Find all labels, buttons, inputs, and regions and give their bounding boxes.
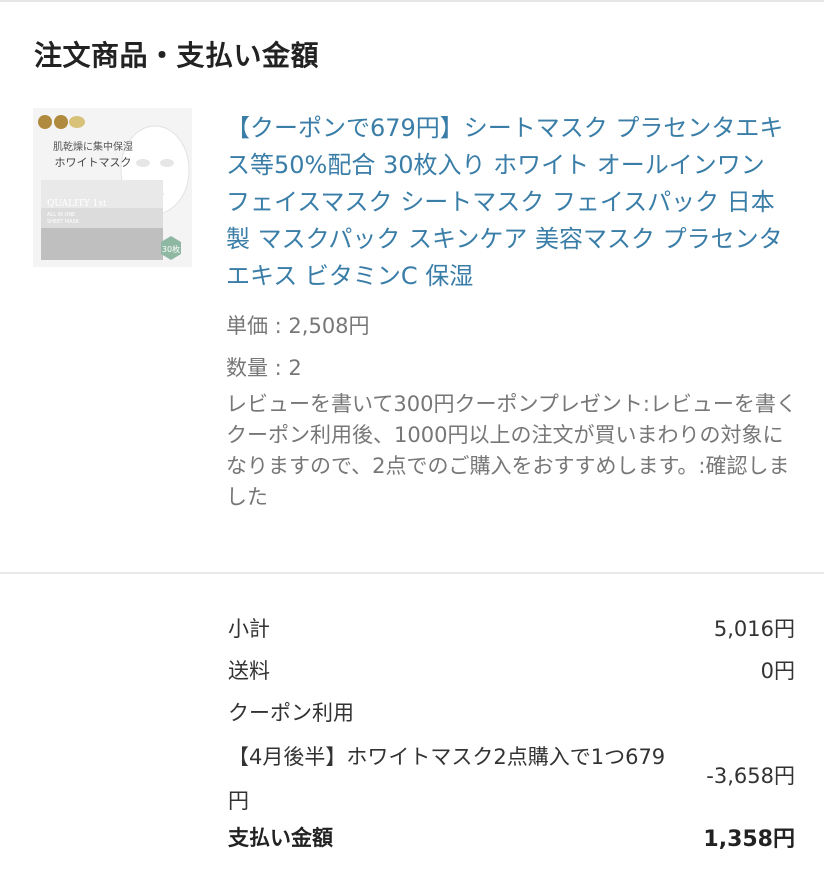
subtotal-value: 5,016円 (713, 617, 795, 641)
coupon-name: 【4月後半】ホワイトマスク2点購入で1つ679円 (228, 745, 666, 813)
top-border (0, 0, 824, 2)
coupon-value: -3,658円 (706, 764, 795, 788)
count-badge-text: 30枚 (162, 244, 180, 254)
total-value: 1,358円 (703, 827, 795, 852)
package-name: ホワイトマスク (55, 156, 132, 169)
package-brand: QUALITY 1st (47, 199, 107, 209)
section-divider (0, 572, 824, 574)
section-title: 注文商品・支払い金額 (34, 39, 320, 72)
subtotal-label: 小計 (228, 617, 270, 641)
sheet-mask-package-image: 30枚 肌乾燥に集中保湿 ホワイトマスク QUALITY 1st ALL IN … (33, 108, 192, 267)
shipping-value: 0円 (760, 659, 795, 683)
award-badge-icon (69, 116, 85, 128)
total-label: 支払い金額 (228, 826, 333, 850)
award-medal-icon (38, 115, 52, 129)
award-medal-icon (54, 115, 68, 129)
package-tagline: 肌乾燥に集中保湿 (53, 140, 133, 153)
coupon-label: クーポン利用 (228, 701, 354, 725)
package-sub1: ALL IN ONE (47, 212, 75, 218)
shipping-label: 送料 (228, 659, 270, 683)
unit-price: 単価 : 2,508円 (226, 314, 370, 338)
product-title-link[interactable]: 【クーポンで679円】シートマスク プラセンタエキス等50%配合 30枚入り ホ… (226, 110, 796, 295)
product-options-note: レビューを書いて300円クーポンプレゼント:レビューを書く クーポン利用後、10… (226, 392, 797, 509)
quantity: 数量 : 2 (226, 356, 302, 380)
product-image[interactable]: 30枚 肌乾燥に集中保湿 ホワイトマスク QUALITY 1st ALL IN … (33, 108, 192, 267)
package-sub2: SHEET MASK (47, 219, 80, 225)
